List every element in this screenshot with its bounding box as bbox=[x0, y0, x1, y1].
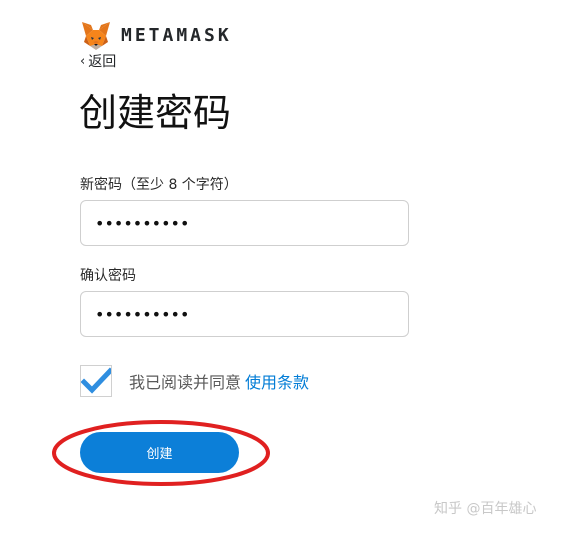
terms-of-use-link[interactable]: 使用条款 bbox=[245, 373, 309, 392]
back-link[interactable]: ‹ 返回 bbox=[80, 53, 116, 71]
back-label: 返回 bbox=[88, 54, 117, 70]
create-button[interactable]: 创建 bbox=[80, 432, 239, 473]
brand-name: METAMASK bbox=[121, 25, 232, 46]
new-password-input[interactable] bbox=[80, 200, 409, 246]
metamask-fox-icon bbox=[82, 22, 110, 50]
checkmark-icon bbox=[80, 367, 114, 394]
page-title: 创建密码 bbox=[79, 91, 232, 135]
new-password-label: 新密码（至少 8 个字符） bbox=[80, 177, 238, 193]
confirm-password-label: 确认密码 bbox=[80, 268, 136, 284]
terms-checkbox[interactable] bbox=[80, 365, 114, 397]
confirm-password-input[interactable] bbox=[80, 291, 409, 337]
watermark: 知乎 @百年雄心 bbox=[434, 501, 537, 517]
chevron-left-icon: ‹ bbox=[80, 54, 86, 69]
terms-row: 我已阅读并同意 使用条款 bbox=[129, 373, 309, 393]
terms-text: 我已阅读并同意 bbox=[129, 373, 242, 392]
